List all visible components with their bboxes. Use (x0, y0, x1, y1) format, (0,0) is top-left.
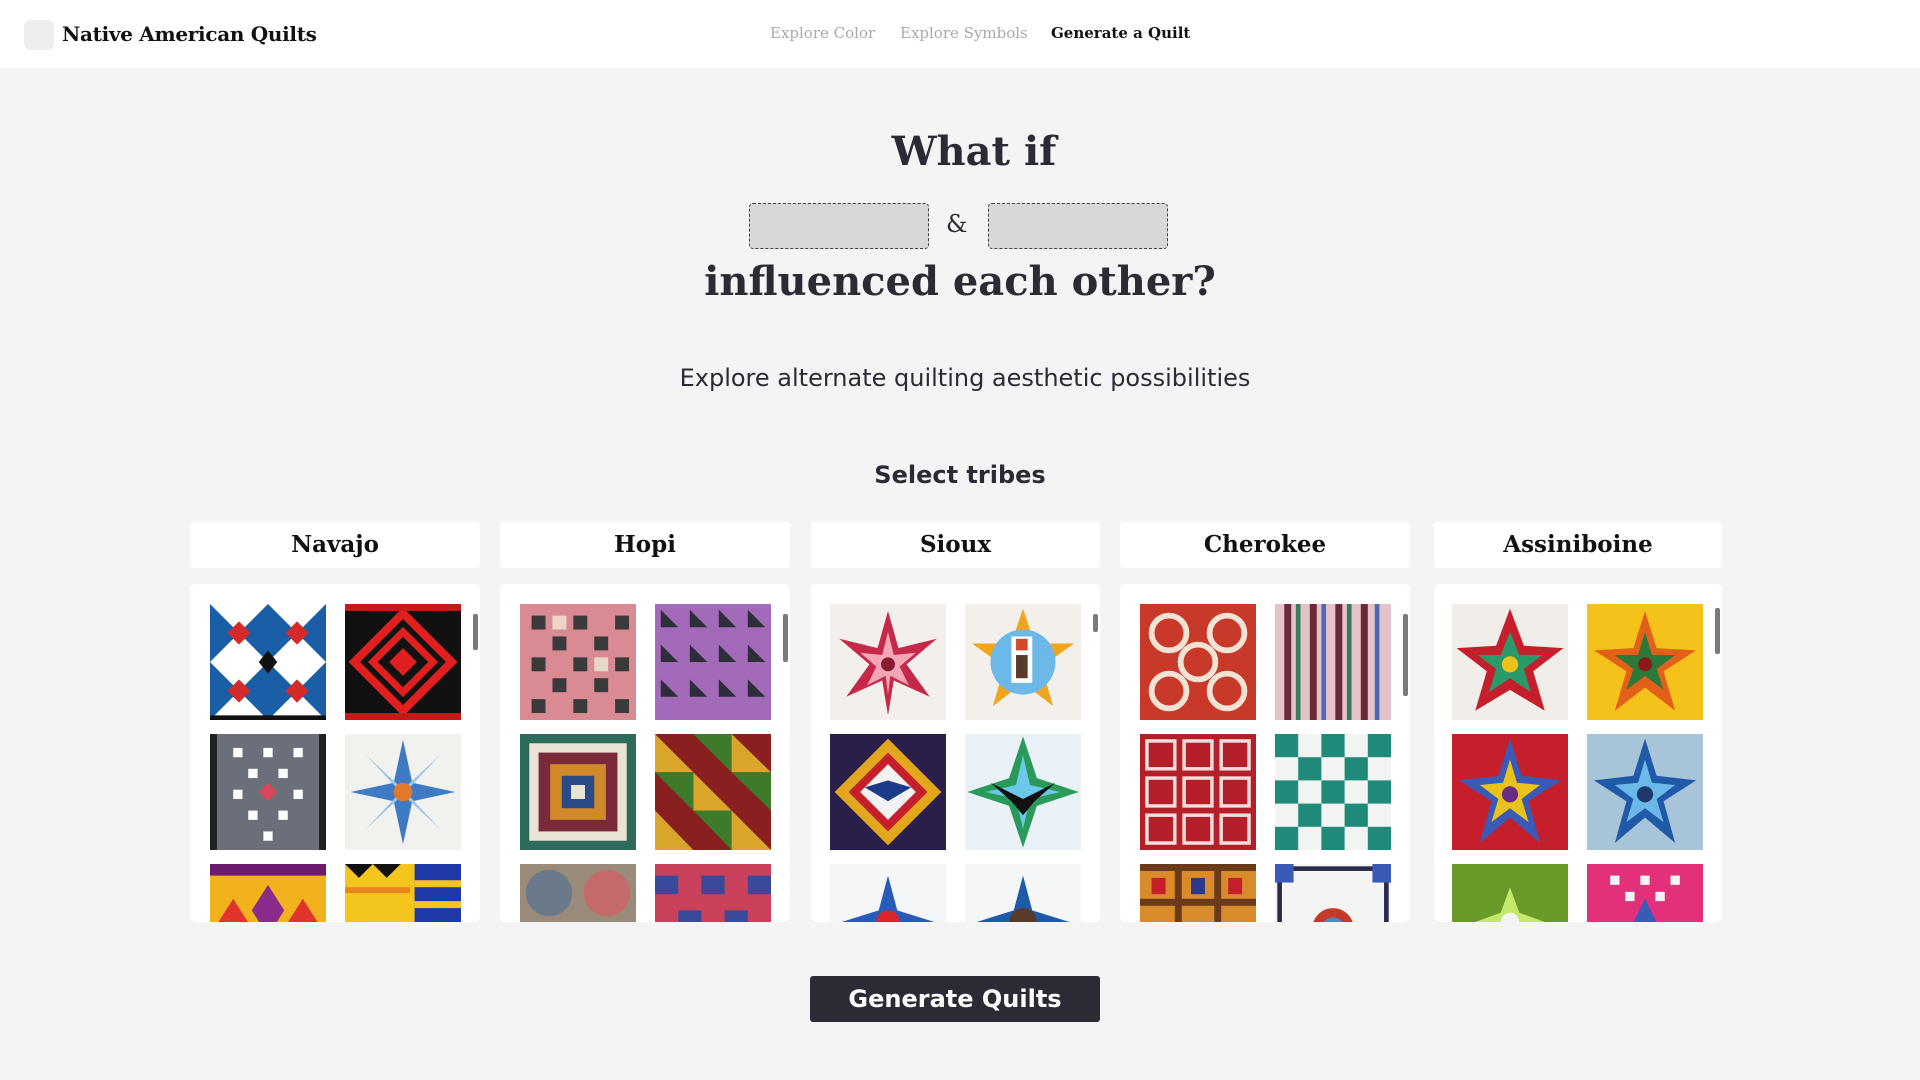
brand-title[interactable]: Native American Quilts (62, 22, 317, 46)
nav-generate-quilt[interactable]: Generate a Quilt (1051, 24, 1190, 42)
logo-icon[interactable] (24, 20, 54, 50)
gallery-scrollbar[interactable] (1093, 614, 1098, 632)
quilt-thumbnail[interactable] (210, 604, 326, 720)
tribe-gallery-sioux[interactable] (811, 584, 1100, 922)
quilt-thumbnail[interactable] (1452, 734, 1568, 850)
generate-quilts-button[interactable]: Generate Quilts (810, 976, 1100, 1022)
quilt-thumbnail[interactable] (520, 604, 636, 720)
quilt-thumbnail[interactable] (1140, 864, 1256, 922)
quilt-thumbnail[interactable] (1275, 864, 1391, 922)
quilt-thumbnail[interactable] (1140, 604, 1256, 720)
select-tribes-heading: Select tribes (874, 461, 1046, 489)
quilt-thumbnail[interactable] (965, 734, 1081, 850)
quilt-thumbnail[interactable] (1587, 734, 1703, 850)
nav-explore-color[interactable]: Explore Color (770, 24, 875, 42)
quilt-thumbnail[interactable] (210, 864, 326, 922)
quilt-thumbnail[interactable] (1587, 864, 1703, 922)
gallery-scrollbar[interactable] (1403, 614, 1408, 696)
quilt-thumbnail[interactable] (1452, 864, 1568, 922)
quilt-thumbnail[interactable] (210, 734, 326, 850)
hero-line-influenced: influenced each other? (704, 258, 1216, 305)
quilt-thumbnail[interactable] (655, 734, 771, 850)
quilt-thumbnail[interactable] (655, 864, 771, 922)
tribe-header-navajo[interactable]: Navajo (190, 522, 480, 568)
quilt-thumbnail[interactable] (1275, 734, 1391, 850)
hero-line-what-if: What if (891, 128, 1057, 175)
tribe-header-sioux[interactable]: Sioux (811, 522, 1100, 568)
quilt-thumbnail[interactable] (830, 734, 946, 850)
quilt-thumbnail[interactable] (965, 604, 1081, 720)
quilt-thumbnail[interactable] (965, 864, 1081, 922)
gallery-scrollbar[interactable] (1715, 608, 1720, 654)
gallery-scrollbar[interactable] (783, 614, 788, 662)
tribe-slot-first[interactable] (749, 203, 929, 249)
quilt-thumbnail[interactable] (345, 734, 461, 850)
tribe-header-cherokee[interactable]: Cherokee (1120, 522, 1410, 568)
hero-ampersand: & (946, 210, 968, 238)
tribe-header-hopi[interactable]: Hopi (500, 522, 790, 568)
tribe-gallery-navajo[interactable] (190, 584, 480, 922)
quilt-thumbnail[interactable] (1452, 604, 1568, 720)
top-navbar: Native American Quilts Explore Color Exp… (0, 0, 1920, 68)
tribe-gallery-assiniboine[interactable] (1434, 584, 1722, 922)
quilt-thumbnail[interactable] (1587, 604, 1703, 720)
tribe-gallery-cherokee[interactable] (1120, 584, 1410, 922)
quilt-thumbnail[interactable] (520, 734, 636, 850)
tribe-header-assiniboine[interactable]: Assiniboine (1434, 522, 1722, 568)
gallery-scrollbar[interactable] (473, 614, 478, 650)
quilt-thumbnail[interactable] (345, 864, 461, 922)
quilt-thumbnail[interactable] (520, 864, 636, 922)
quilt-thumbnail[interactable] (830, 864, 946, 922)
nav-explore-symbols[interactable]: Explore Symbols (900, 24, 1028, 42)
quilt-thumbnail[interactable] (345, 604, 461, 720)
quilt-thumbnail[interactable] (830, 604, 946, 720)
quilt-thumbnail[interactable] (1275, 604, 1391, 720)
quilt-thumbnail[interactable] (1140, 734, 1256, 850)
tribe-slot-second[interactable] (988, 203, 1168, 249)
tribe-gallery-hopi[interactable] (500, 584, 790, 922)
quilt-thumbnail[interactable] (655, 604, 771, 720)
hero-subtitle: Explore alternate quilting aesthetic pos… (679, 364, 1251, 392)
